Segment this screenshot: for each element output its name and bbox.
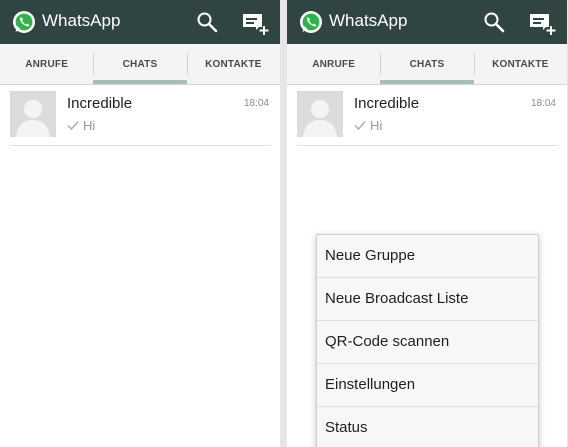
chat-last-message: Hi [83, 118, 96, 133]
tab-bar: ANRUFE CHATS KONTAKTE [0, 44, 280, 85]
default-avatar-icon [10, 91, 56, 137]
menu-item-qr-code-scannen[interactable]: QR-Code scannen [317, 321, 538, 364]
chat-time: 18:04 [530, 98, 556, 109]
menu-item-neue-gruppe[interactable]: Neue Gruppe [317, 235, 538, 278]
menu-item-status[interactable]: Status [317, 407, 538, 447]
chat-last-message: Hi [370, 118, 383, 133]
menu-item-einstellungen[interactable]: Einstellungen [317, 364, 538, 407]
checkmark-icon [354, 121, 366, 131]
app-title: WhatsApp [42, 11, 121, 30]
tab-kontakte[interactable]: KONTAKTE [473, 44, 567, 84]
app-bar: WhatsApp [287, 0, 567, 44]
search-icon[interactable] [483, 11, 505, 33]
app-title: WhatsApp [329, 11, 408, 30]
checkmark-icon [67, 121, 79, 131]
new-chat-icon[interactable] [529, 12, 557, 36]
whatsapp-logo-icon[interactable] [299, 10, 323, 34]
screen-chats-menu-open: WhatsApp ANRUFE CHATS KONTAKTE Incredibl… [287, 0, 567, 447]
tab-chats[interactable]: CHATS [380, 44, 474, 84]
app-bar: WhatsApp [0, 0, 280, 44]
tab-anrufe[interactable]: ANRUFE [0, 44, 93, 84]
default-avatar-icon [297, 91, 343, 137]
overflow-menu: Neue Gruppe Neue Broadcast Liste QR-Code… [316, 234, 539, 447]
screen-chats: WhatsApp ANRUFE CHATS KONTAKTE Incredibl… [0, 0, 280, 447]
tab-chats[interactable]: CHATS [93, 44, 187, 84]
whatsapp-logo-icon[interactable] [12, 10, 36, 34]
chat-name: Incredible [354, 95, 420, 112]
tab-bar: ANRUFE CHATS KONTAKTE [287, 44, 567, 85]
search-icon[interactable] [196, 11, 218, 33]
chat-list-item[interactable]: Incredible 18:04 Hi [297, 91, 558, 146]
chat-name: Incredible [67, 95, 133, 112]
chat-list-item[interactable]: Incredible 18:04 Hi [10, 91, 271, 146]
tab-anrufe[interactable]: ANRUFE [287, 44, 380, 84]
chat-time: 18:04 [243, 98, 269, 109]
tab-kontakte[interactable]: KONTAKTE [186, 44, 280, 84]
menu-item-neue-broadcast-liste[interactable]: Neue Broadcast Liste [317, 278, 538, 321]
new-chat-icon[interactable] [242, 12, 270, 36]
